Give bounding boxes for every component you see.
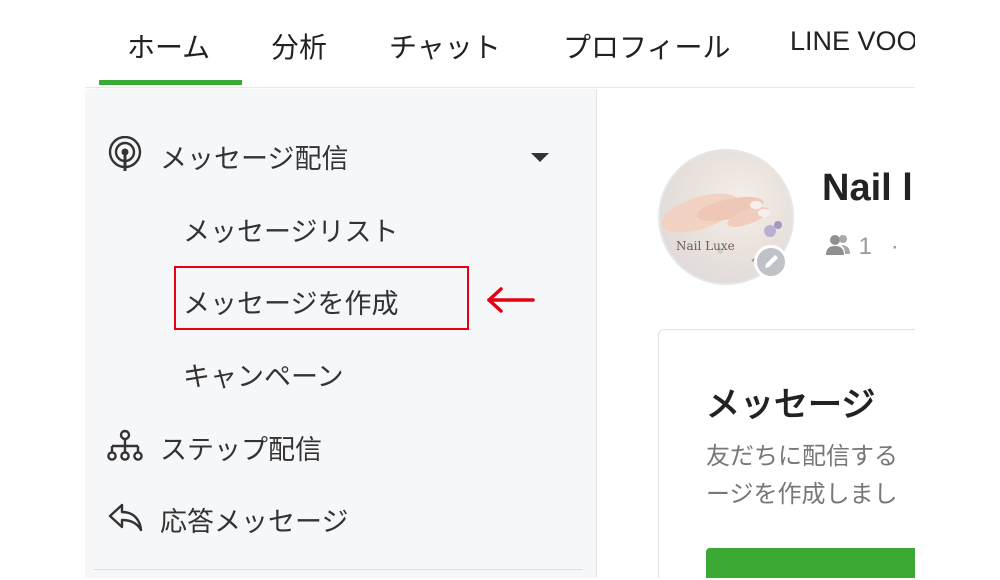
card-title: メッセージ	[706, 386, 876, 424]
tab-line-voom[interactable]: LINE VOO	[790, 26, 915, 57]
separator-dot: ·	[890, 233, 899, 260]
friends-count-value: 1	[858, 233, 873, 260]
reply-icon	[108, 503, 143, 532]
main-content: Nail Luxe Nail l 1 · メッセージ 友だちに配信する ージを作…	[598, 89, 915, 578]
sidebar-section-step-delivery[interactable]: ステップ配信	[160, 428, 322, 467]
pencil-icon	[765, 255, 778, 268]
step-tree-icon	[107, 429, 143, 461]
tab-profile[interactable]: プロフィール	[563, 26, 730, 66]
message-card: メッセージ 友だちに配信する ージを作成しまし	[658, 329, 915, 578]
tab-analysis[interactable]: 分析	[271, 26, 327, 66]
sidebar: メッセージ配信 メッセージリスト メッセージを作成 キャンペーン ステップ配信 …	[85, 89, 597, 578]
card-description-line-1: 友だちに配信する	[706, 443, 898, 470]
create-message-button[interactable]	[706, 548, 915, 578]
sidebar-divider	[93, 569, 583, 570]
friends-count: 1 ·	[824, 233, 899, 261]
arrow-left-icon	[487, 287, 535, 313]
card-description: 友だちに配信する ージを作成しまし	[706, 438, 898, 514]
tab-home[interactable]: ホーム	[127, 26, 210, 66]
account-name: Nail l	[822, 167, 913, 209]
active-tab-indicator	[99, 80, 242, 85]
top-navigation: ホーム 分析 チャット プロフィール LINE VOO	[85, 0, 915, 88]
friends-icon	[826, 235, 850, 255]
edit-avatar-button[interactable]	[754, 245, 788, 279]
broadcast-icon	[108, 136, 142, 171]
sidebar-item-campaign[interactable]: キャンペーン	[183, 355, 344, 394]
highlight-box	[174, 266, 469, 330]
card-description-line-2: ージを作成しまし	[706, 481, 898, 508]
avatar-caption: Nail Luxe	[676, 239, 735, 253]
sidebar-item-message-list[interactable]: メッセージリスト	[183, 210, 398, 249]
sidebar-section-message-delivery[interactable]: メッセージ配信	[160, 137, 348, 176]
chevron-down-icon[interactable]	[531, 153, 549, 162]
tab-chat[interactable]: チャット	[389, 26, 501, 66]
sidebar-section-auto-reply[interactable]: 応答メッセージ	[160, 500, 348, 539]
